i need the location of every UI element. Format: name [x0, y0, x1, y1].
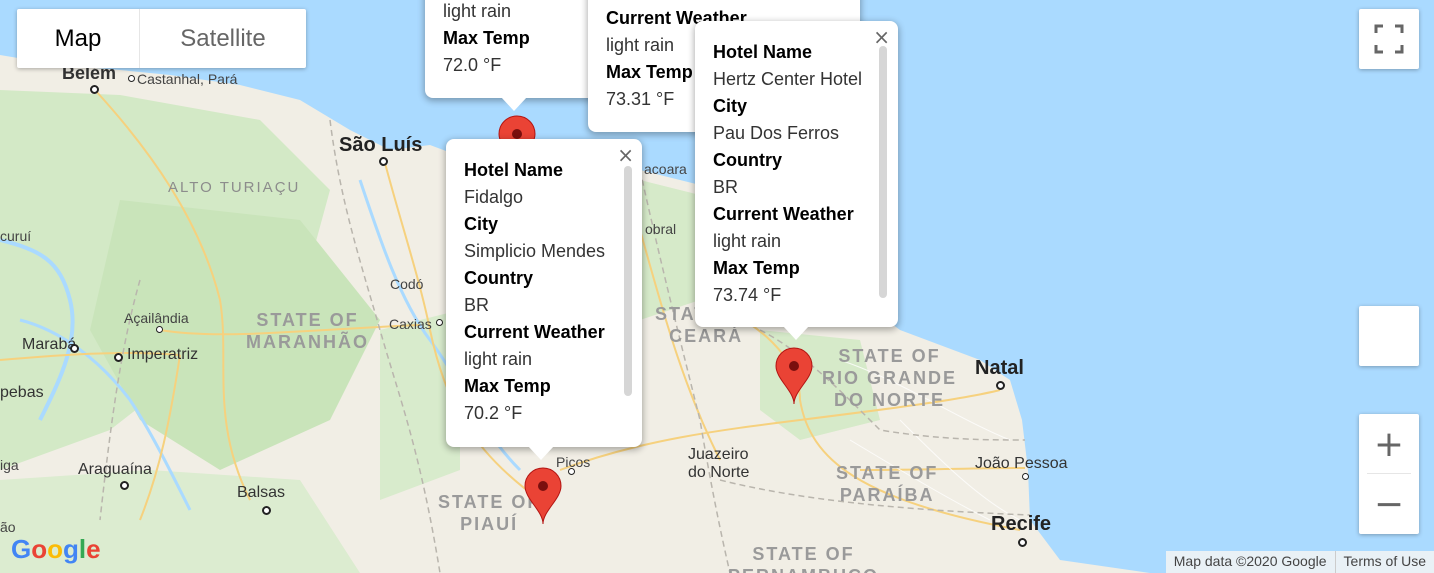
weather-value: light rain — [713, 231, 782, 251]
zoom-out-button[interactable]: − — [1359, 474, 1419, 534]
place-dot — [90, 85, 99, 94]
map-marker-pin[interactable] — [524, 467, 562, 525]
max-temp-label: Max Temp — [713, 258, 800, 278]
place-castanhal: Castanhal, Pará — [137, 71, 238, 87]
place-dot — [436, 319, 443, 326]
weather-value: light rain — [464, 349, 533, 369]
country-value: BR — [464, 295, 490, 315]
place-partial-iga: iga — [0, 457, 19, 473]
place-dot — [262, 506, 271, 515]
place-dot — [156, 326, 163, 333]
region-alto-turiacu: ALTO TURIAÇU — [168, 179, 301, 196]
place-dot — [379, 157, 388, 166]
zoom-in-button[interactable]: + — [1359, 414, 1419, 474]
place-joao-pessoa: João Pessoa — [975, 455, 1068, 472]
info-window-scrollbar[interactable] — [879, 46, 887, 298]
city-label: City — [713, 96, 748, 116]
country-label: Country — [713, 150, 782, 170]
place-imperatriz: Imperatriz — [127, 346, 199, 363]
zoom-control: + − — [1359, 414, 1419, 534]
region-pernambuco: STATE OF PERNAMBUCO — [728, 544, 877, 573]
terms-of-use-link[interactable]: Terms of Use — [1336, 551, 1434, 573]
logo-letter: e — [86, 534, 101, 564]
fullscreen-icon — [1374, 24, 1404, 54]
place-balsas: Balsas — [237, 484, 286, 501]
place-dot — [128, 75, 135, 82]
current-weather-label: Current Weather — [713, 204, 854, 224]
place-recife: Recife — [991, 513, 1052, 535]
place-dot — [1018, 538, 1027, 547]
country-label: Country — [464, 268, 533, 288]
map-marker-pin[interactable] — [775, 347, 813, 405]
city-value: Simplicio Mendes — [464, 241, 606, 261]
place-dot — [120, 481, 129, 490]
place-natal: Natal — [975, 357, 1024, 379]
hotel-name-value: Fidalgo — [464, 187, 524, 207]
place-partial-acoara: acoara — [644, 161, 687, 177]
place-maraba: Marabá — [22, 336, 77, 353]
city-label: City — [464, 214, 499, 234]
info-window-pau-dos-ferros: × Hotel Name Hertz Center Hotel City Pau… — [695, 21, 898, 340]
info-window-simplicio-mendes: × Hotel Name Fidalgo City Simplicio Mend… — [446, 139, 642, 460]
info-window-tail — [528, 446, 554, 460]
weather-value: light rain — [443, 1, 512, 21]
fullscreen-button[interactable] — [1359, 9, 1419, 69]
info-window-tail — [501, 97, 527, 111]
street-view-pegman-button[interactable] — [1359, 306, 1419, 366]
logo-letter: G — [11, 534, 32, 564]
map-type-control: Map Satellite — [17, 9, 306, 68]
place-partial-sobral: obral — [645, 221, 677, 237]
place-codo: Codó — [390, 276, 424, 292]
place-partial-pebas: pebas — [0, 384, 44, 401]
max-temp-value: 70.2 °F — [464, 403, 523, 423]
max-temp-label: Max Temp — [464, 376, 551, 396]
max-temp-value: 72.0 °F — [443, 55, 502, 75]
place-juazeiro: Juazeiro do Norte — [688, 446, 750, 481]
place-dot — [996, 381, 1005, 390]
hotel-name-value: Hertz Center Hotel — [713, 69, 863, 89]
hotel-name-label: Hotel Name — [713, 42, 813, 62]
place-sao-luis: São Luís — [339, 134, 423, 156]
region-rio-grande-do-norte: STATE OF RIO GRANDE DO NORTE — [822, 346, 958, 410]
map-attribution: Map data ©2020 Google Terms of Use — [1165, 551, 1434, 573]
current-weather-label: Current Weather — [464, 322, 605, 342]
country-value: BR — [713, 177, 739, 197]
logo-letter: g — [63, 534, 79, 564]
map-type-map-button[interactable]: Map — [17, 9, 139, 68]
place-partial-ao: ão — [0, 519, 16, 535]
logo-letter: o — [47, 534, 64, 564]
info-window-partial-left: light rain Max Temp 72.0 °F — [425, 0, 600, 111]
place-dot — [70, 344, 79, 353]
hotel-name-label: Hotel Name — [464, 160, 564, 180]
map-type-satellite-button[interactable]: Satellite — [139, 9, 306, 68]
place-partial-curui: curuí — [0, 228, 32, 244]
region-maranhao: STATE OF MARANHÃO — [246, 310, 369, 352]
place-acailandia: Açailândia — [124, 310, 189, 326]
place-dot — [114, 353, 123, 362]
place-dot — [1022, 473, 1029, 480]
place-caxias: Caxias — [389, 316, 432, 332]
google-logo[interactable]: Google — [11, 534, 101, 565]
map-canvas[interactable]: ALTO TURIAÇU STATE OF MARANHÃO STATE OF … — [0, 0, 1434, 573]
city-value: Pau Dos Ferros — [713, 123, 840, 143]
place-araguaina: Araguaína — [78, 461, 152, 478]
info-window-scrollbar[interactable] — [624, 166, 632, 396]
max-temp-value: 73.74 °F — [713, 285, 782, 305]
logo-letter: o — [31, 534, 48, 564]
close-icon[interactable]: × — [617, 143, 634, 167]
max-temp-label: Max Temp — [443, 28, 530, 48]
info-window-tail — [783, 326, 809, 340]
place-dot — [568, 468, 575, 475]
region-paraiba: STATE OF PARAÍBA — [836, 463, 939, 505]
map-data-text: Map data ©2020 Google — [1173, 553, 1327, 569]
